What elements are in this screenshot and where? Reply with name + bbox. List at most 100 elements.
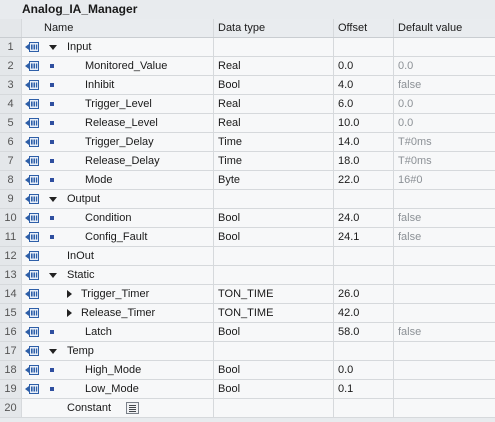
table-row[interactable]: 18 High_Mode Bool 0.0 (0, 361, 495, 380)
row-number: 3 (0, 76, 22, 94)
offset-cell: 58.0 (334, 323, 394, 341)
collapse-toggle-icon[interactable] (49, 45, 57, 50)
table-row[interactable]: 13 Static (0, 266, 495, 285)
column-header-name[interactable]: Name (22, 19, 214, 37)
name-cell[interactable]: Config_Fault (22, 228, 214, 246)
default-value-cell[interactable]: false (394, 76, 495, 94)
expand-toggle-icon[interactable] (67, 309, 72, 317)
name-cell[interactable]: Low_Mode (22, 380, 214, 398)
data-type-cell[interactable]: Bool (214, 209, 334, 227)
table-row[interactable]: 19 Low_Mode Bool 0.1 (0, 380, 495, 399)
bullet-icon (50, 159, 54, 163)
name-cell[interactable]: Latch (22, 323, 214, 341)
name-cell[interactable]: Condition (22, 209, 214, 227)
data-type-cell[interactable] (214, 38, 334, 56)
default-value-cell[interactable] (394, 342, 495, 360)
default-value-cell[interactable] (394, 247, 495, 265)
table-row[interactable]: 3 Inhibit Bool 4.0 false (0, 76, 495, 95)
name-cell[interactable]: Input (22, 38, 214, 56)
name-cell[interactable]: Inhibit (22, 76, 214, 94)
name-cell[interactable]: Static (22, 266, 214, 284)
data-type-cell[interactable] (214, 399, 334, 417)
data-type-cell[interactable]: Real (214, 114, 334, 132)
default-value-cell[interactable] (394, 380, 495, 398)
table-row[interactable]: 8 Mode Byte 22.0 16#0 (0, 171, 495, 190)
data-type-cell[interactable]: Real (214, 95, 334, 113)
table-row[interactable]: 2 Monitored_Value Real 0.0 0.0 (0, 57, 495, 76)
default-value-cell[interactable] (394, 38, 495, 56)
data-type-cell[interactable]: Bool (214, 228, 334, 246)
table-row[interactable]: 16 Latch Bool 58.0 false (0, 323, 495, 342)
collapse-toggle-icon[interactable] (49, 273, 57, 278)
data-type-cell[interactable]: Byte (214, 171, 334, 189)
column-header-default-value[interactable]: Default value (394, 19, 495, 37)
data-type-cell[interactable] (214, 342, 334, 360)
expand-toggle-icon[interactable] (67, 290, 72, 298)
offset-cell (334, 247, 394, 265)
table-row[interactable]: 11 Config_Fault Bool 24.1 false (0, 228, 495, 247)
table-row[interactable]: 5 Release_Level Real 10.0 0.0 (0, 114, 495, 133)
name-cell[interactable]: Trigger_Timer (22, 285, 214, 303)
name-cell[interactable]: Release_Timer (22, 304, 214, 322)
name-cell[interactable]: InOut (22, 247, 214, 265)
column-header-data-type[interactable]: Data type (214, 19, 334, 37)
data-type-cell[interactable] (214, 266, 334, 284)
name-cell[interactable]: Monitored_Value (22, 57, 214, 75)
table-row[interactable]: 14 Trigger_Timer TON_TIME 26.0 (0, 285, 495, 304)
data-type-cell[interactable]: Real (214, 57, 334, 75)
collapse-toggle-icon[interactable] (49, 197, 57, 202)
column-header-offset[interactable]: Offset (334, 19, 394, 37)
default-value-cell[interactable] (394, 285, 495, 303)
table-row[interactable]: 17 Temp (0, 342, 495, 361)
name-cell[interactable]: High_Mode (22, 361, 214, 379)
table-row[interactable]: 12 InOut (0, 247, 495, 266)
interface-icon (25, 137, 39, 147)
collapse-toggle-icon[interactable] (49, 349, 57, 354)
default-value-cell[interactable]: false (394, 323, 495, 341)
variable-name: High_Mode (85, 364, 142, 376)
row-number: 9 (0, 190, 22, 208)
data-type-cell[interactable]: Time (214, 152, 334, 170)
data-type-cell[interactable] (214, 247, 334, 265)
data-type-cell[interactable]: Time (214, 133, 334, 151)
data-type-cell[interactable] (214, 190, 334, 208)
table-row[interactable]: 7 Release_Delay Time 18.0 T#0ms (0, 152, 495, 171)
data-type-cell[interactable]: Bool (214, 323, 334, 341)
name-cell[interactable]: Mode (22, 171, 214, 189)
table-row[interactable]: 9 Output (0, 190, 495, 209)
name-cell[interactable]: Temp (22, 342, 214, 360)
interface-icon (25, 327, 39, 337)
default-value-cell[interactable]: 0.0 (394, 95, 495, 113)
name-cell[interactable]: Trigger_Level (22, 95, 214, 113)
data-type-cell[interactable]: Bool (214, 361, 334, 379)
table-row[interactable]: 4 Trigger_Level Real 6.0 0.0 (0, 95, 495, 114)
default-value-cell[interactable]: false (394, 209, 495, 227)
data-type-cell[interactable]: TON_TIME (214, 285, 334, 303)
table-row[interactable]: 20 Constant (0, 399, 495, 418)
default-value-cell[interactable]: 0.0 (394, 57, 495, 75)
data-type-cell[interactable]: Bool (214, 76, 334, 94)
default-value-cell[interactable]: T#0ms (394, 152, 495, 170)
table-row[interactable]: 10 Condition Bool 24.0 false (0, 209, 495, 228)
name-cell[interactable]: Trigger_Delay (22, 133, 214, 151)
default-value-cell[interactable]: false (394, 228, 495, 246)
name-cell[interactable]: Release_Delay (22, 152, 214, 170)
data-type-cell[interactable]: Bool (214, 380, 334, 398)
default-value-cell[interactable]: 0.0 (394, 114, 495, 132)
table-row[interactable]: 6 Trigger_Delay Time 14.0 T#0ms (0, 133, 495, 152)
type-picker-icon[interactable] (126, 402, 139, 414)
default-value-cell[interactable]: 16#0 (394, 171, 495, 189)
name-cell[interactable]: Output (22, 190, 214, 208)
default-value-cell[interactable] (394, 361, 495, 379)
data-type-cell[interactable]: TON_TIME (214, 304, 334, 322)
default-value-cell[interactable] (394, 266, 495, 284)
default-value-cell[interactable]: T#0ms (394, 133, 495, 151)
table-row[interactable]: 1 Input (0, 38, 495, 57)
default-value-cell[interactable] (394, 190, 495, 208)
name-cell[interactable]: Release_Level (22, 114, 214, 132)
section-name: Static (67, 269, 95, 281)
default-value-cell[interactable] (394, 399, 495, 417)
default-value-cell[interactable] (394, 304, 495, 322)
table-row[interactable]: 15 Release_Timer TON_TIME 42.0 (0, 304, 495, 323)
name-cell[interactable]: Constant (22, 399, 214, 417)
